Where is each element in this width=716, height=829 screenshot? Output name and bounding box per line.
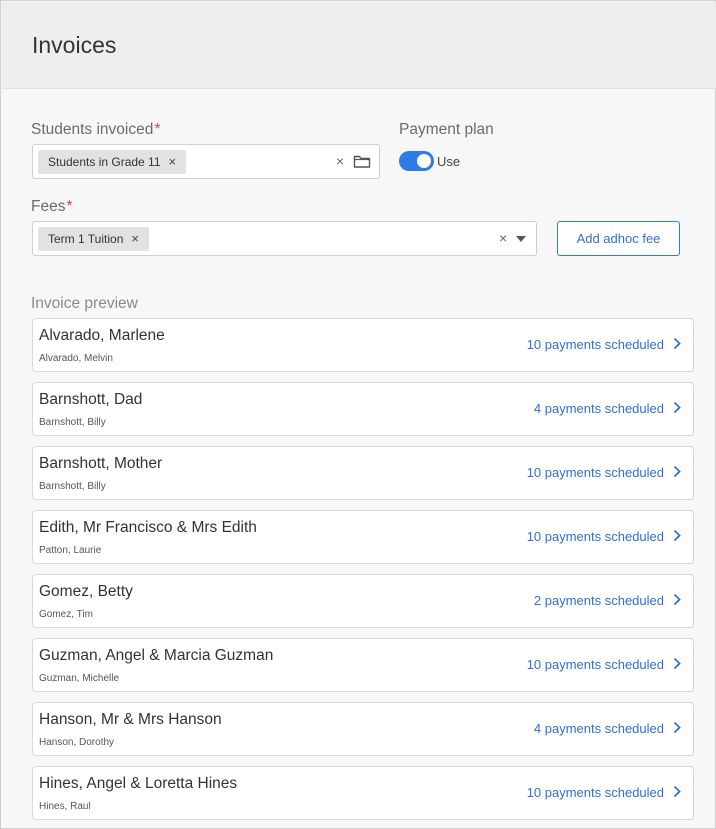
folder-icon[interactable] [353, 153, 371, 169]
row-payer-name: Alvarado, Marlene [39, 327, 165, 344]
row-payer-name: Hines, Angel & Loretta Hines [39, 775, 238, 792]
students-clear-button[interactable]: × [336, 153, 344, 169]
row-payment-status[interactable]: 4 payments scheduled [534, 401, 664, 416]
row-payer-name: Hanson, Mr & Mrs Hanson [39, 711, 222, 728]
page-frame: Invoices Students invoiced* Students in … [0, 0, 716, 829]
fees-chip: Term 1 Tuition × [38, 227, 149, 251]
row-student-name: Barnshott, Billy [39, 417, 106, 428]
fees-clear-button[interactable]: × [499, 230, 507, 246]
invoice-preview-label: Invoice preview [31, 295, 138, 312]
invoice-row[interactable]: Gomez, Betty Gomez, Tim 2 payments sched… [32, 574, 694, 628]
row-student-name: Gomez, Tim [39, 609, 93, 620]
invoice-row[interactable]: Guzman, Angel & Marcia Guzman Guzman, Mi… [32, 638, 694, 692]
row-payment-status[interactable]: 10 payments scheduled [527, 785, 664, 800]
row-student-name: Barnshott, Billy [39, 481, 106, 492]
fees-label-text: Fees [31, 198, 66, 215]
page-title: Invoices [32, 32, 117, 58]
row-payer-name: Barnshott, Mother [39, 455, 163, 472]
payment-plan-toggle-label: Use [437, 154, 461, 169]
chevron-right-icon[interactable] [673, 593, 681, 606]
invoice-row[interactable]: Alvarado, Marlene Alvarado, Melvin 10 pa… [32, 318, 694, 372]
page-header: Invoices [2, 2, 716, 89]
row-student-name: Patton, Laurie [39, 545, 102, 556]
invoice-row[interactable]: Barnshott, Dad Barnshott, Billy 4 paymen… [32, 382, 694, 436]
row-payment-status[interactable]: 4 payments scheduled [534, 721, 664, 736]
row-student-name: Hines, Raul [39, 801, 91, 812]
chevron-right-icon[interactable] [673, 401, 681, 414]
chevron-right-icon[interactable] [673, 337, 681, 350]
invoice-row[interactable]: Hanson, Mr & Mrs Hanson Hanson, Dorothy … [32, 702, 694, 756]
row-payment-status[interactable]: 10 payments scheduled [527, 529, 664, 544]
required-mark: * [66, 198, 73, 215]
row-payment-status[interactable]: 10 payments scheduled [527, 465, 664, 480]
row-payer-name: Gomez, Betty [39, 583, 133, 600]
payment-plan-toggle[interactable] [399, 151, 434, 171]
row-payer-name: Guzman, Angel & Marcia Guzman [39, 647, 274, 664]
fees-chip-label: Term 1 Tuition [48, 232, 124, 246]
row-payer-name: Edith, Mr Francisco & Mrs Edith [39, 519, 257, 536]
students-invoiced-select[interactable]: Students in Grade 11 × × [32, 144, 380, 179]
students-invoiced-label: Students invoiced* [31, 121, 160, 139]
students-chip: Students in Grade 11 × [38, 150, 187, 174]
chevron-right-icon[interactable] [673, 465, 681, 478]
row-payer-name: Barnshott, Dad [39, 391, 143, 408]
row-student-name: Hanson, Dorothy [39, 737, 115, 748]
row-payment-status[interactable]: 2 payments scheduled [534, 593, 664, 608]
invoice-row[interactable]: Barnshott, Mother Barnshott, Billy 10 pa… [32, 446, 694, 500]
students-chip-label: Students in Grade 11 [48, 155, 161, 169]
invoice-row[interactable]: Edith, Mr Francisco & Mrs Edith Patton, … [32, 510, 694, 564]
invoice-row[interactable]: Hines, Angel & Loretta Hines Hines, Raul… [32, 766, 694, 820]
row-payment-status[interactable]: 10 payments scheduled [527, 337, 664, 352]
payment-plan-label: Payment plan [399, 121, 494, 138]
chevron-right-icon[interactable] [673, 785, 681, 798]
row-student-name: Alvarado, Melvin [39, 353, 113, 364]
students-chip-remove-button[interactable]: × [169, 154, 177, 169]
chevron-right-icon[interactable] [673, 721, 681, 734]
fees-chip-remove-button[interactable]: × [131, 231, 139, 246]
row-payment-status[interactable]: 10 payments scheduled [527, 657, 664, 672]
required-mark: * [154, 121, 161, 138]
row-student-name: Guzman, Michelle [39, 673, 120, 684]
chevron-right-icon[interactable] [673, 657, 681, 670]
fees-select[interactable]: Term 1 Tuition × × [32, 221, 537, 256]
chevron-right-icon[interactable] [673, 529, 681, 542]
caret-down-icon[interactable] [516, 236, 526, 242]
toggle-knob [417, 154, 431, 168]
fees-label: Fees* [31, 198, 73, 216]
add-adhoc-fee-button[interactable]: Add adhoc fee [557, 221, 680, 256]
invoice-preview-list: Alvarado, Marlene Alvarado, Melvin 10 pa… [32, 318, 694, 829]
students-invoiced-label-text: Students invoiced [31, 121, 154, 138]
